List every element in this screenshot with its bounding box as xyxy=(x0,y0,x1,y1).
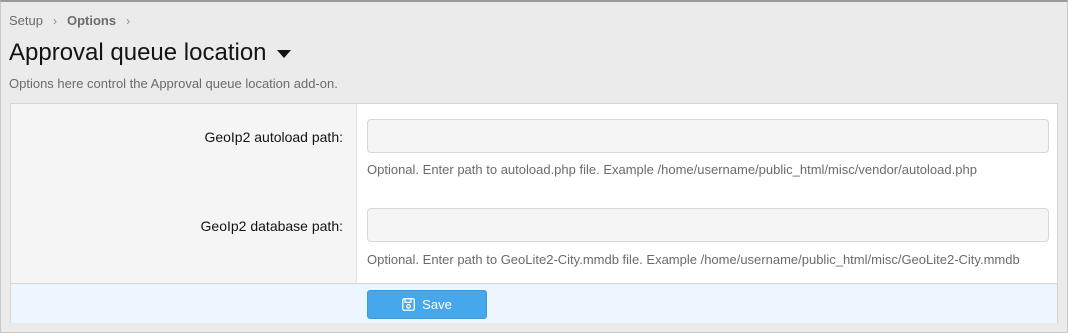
save-icon xyxy=(402,298,416,311)
database-path-input[interactable] xyxy=(367,208,1049,242)
save-button-label: Save xyxy=(422,297,452,312)
breadcrumb-separator-icon: › xyxy=(126,13,131,28)
breadcrumb-options[interactable]: Options xyxy=(67,13,116,28)
breadcrumb: Setup › Options › xyxy=(9,13,140,28)
autoload-path-input[interactable] xyxy=(367,119,1049,153)
page-frame: Setup › Options › Approval queue locatio… xyxy=(0,0,1068,333)
submit-row: Save xyxy=(11,283,1057,323)
page-title: Approval queue location xyxy=(9,39,267,66)
breadcrumb-separator-icon: › xyxy=(52,13,57,28)
autoload-path-hint: Optional. Enter path to autoload.php fil… xyxy=(367,162,977,177)
autoload-path-label: GeoIp2 autoload path: xyxy=(204,129,343,145)
caret-down-icon[interactable] xyxy=(276,50,291,58)
save-button[interactable]: Save xyxy=(367,290,487,319)
page-description: Options here control the Approval queue … xyxy=(9,76,338,91)
options-form: GeoIp2 autoload path: Optional. Enter pa… xyxy=(10,103,1058,323)
database-path-label: GeoIp2 database path: xyxy=(200,218,343,234)
breadcrumb-setup[interactable]: Setup xyxy=(9,13,43,28)
page-title-wrapper: Approval queue location xyxy=(9,39,291,67)
database-path-hint: Optional. Enter path to GeoLite2-City.mm… xyxy=(367,252,1020,267)
